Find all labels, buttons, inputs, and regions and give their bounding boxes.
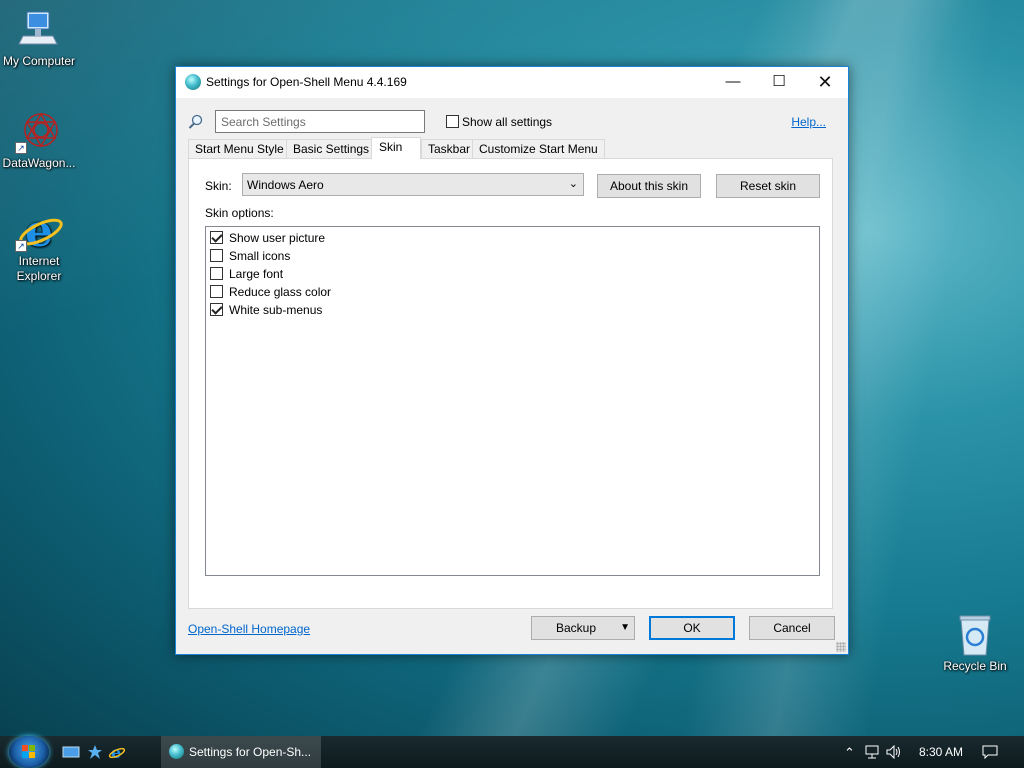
tab-basic-settings[interactable]: Basic Settings — [286, 139, 377, 159]
computer-icon — [15, 8, 63, 52]
tab-skin[interactable]: Skin — [371, 137, 421, 159]
title-bar[interactable]: Settings for Open-Shell Menu 4.4.169 — ☐… — [176, 67, 848, 98]
close-button[interactable]: ✕ — [802, 67, 848, 97]
open-shell-icon — [169, 744, 184, 759]
resize-grip[interactable] — [836, 642, 846, 652]
notification-icon[interactable] — [982, 745, 998, 762]
checkbox-unchecked[interactable] — [210, 285, 223, 298]
window-title: Settings for Open-Shell Menu 4.4.169 — [206, 75, 407, 89]
tab-start-menu-style[interactable]: Start Menu Style — [188, 139, 291, 159]
taskbar: e Settings for Open-Sh... ⌃ 8:30 AM — [0, 736, 1024, 768]
skin-options-list[interactable]: Show user picture Small icons Large font… — [205, 226, 820, 576]
help-link[interactable]: Help... — [791, 115, 826, 129]
search-input[interactable] — [215, 110, 425, 133]
desktop-icon-internet-explorer[interactable]: e ↗ Internet Explorer — [0, 206, 78, 284]
desktop-icon-label: DataWagon... — [2, 156, 76, 170]
about-skin-button[interactable]: About this skin — [597, 174, 701, 198]
settings-dialog: Settings for Open-Shell Menu 4.4.169 — ☐… — [175, 66, 849, 655]
shortcut-arrow-icon: ↗ — [15, 142, 27, 154]
option-white-sub-menus[interactable]: White sub-menus — [210, 301, 815, 319]
option-label: Reduce glass color — [229, 285, 332, 299]
volume-icon[interactable] — [886, 744, 902, 762]
option-large-font[interactable]: Large font — [210, 265, 815, 283]
desktop-icon-datawagon[interactable]: ↗ DataWagon... — [0, 110, 78, 171]
backup-button[interactable]: Backup ▼ — [531, 616, 635, 640]
open-shell-homepage-link[interactable]: Open-Shell Homepage — [188, 622, 310, 636]
tab-taskbar[interactable]: Taskbar — [421, 139, 478, 159]
skin-options-label: Skin options: — [205, 206, 274, 220]
skin-dropdown-value: Windows Aero — [247, 178, 324, 192]
desktop-icon-label: Recycle Bin — [943, 659, 1007, 673]
skin-dropdown[interactable]: Windows Aero ⌄ — [242, 173, 584, 196]
backup-button-label: Backup — [556, 621, 597, 635]
reset-skin-button[interactable]: Reset skin — [716, 174, 820, 198]
show-all-settings-label: Show all settings — [462, 114, 553, 129]
internet-explorer-taskbar-icon[interactable]: e — [108, 743, 126, 762]
internet-explorer-icon: e ↗ — [15, 206, 63, 257]
checkbox-checked[interactable] — [210, 231, 223, 244]
shortcut-arrow-icon: ↗ — [15, 240, 27, 252]
option-label: Large font — [229, 267, 284, 281]
pinned-star-icon[interactable] — [86, 744, 104, 760]
chevron-up-icon[interactable]: ⌃ — [844, 745, 855, 761]
chevron-down-icon: ⌄ — [568, 178, 578, 190]
system-tray: ⌃ 8:30 AM — [836, 736, 1024, 768]
checkbox-checked[interactable] — [210, 303, 223, 316]
option-label: White sub-menus — [229, 303, 323, 317]
show-all-settings-checkbox[interactable]: Show all settings — [446, 114, 552, 129]
desktop-icon-my-computer[interactable]: My Computer — [0, 8, 78, 69]
datawagon-icon: ↗ — [15, 110, 63, 154]
checkbox-unchecked[interactable] — [210, 249, 223, 262]
checkbox-box[interactable] — [446, 115, 459, 129]
network-icon[interactable] — [864, 745, 880, 762]
desktop-icon-recycle-bin[interactable]: Recycle Bin — [936, 613, 1014, 674]
desktop-icon-label: Internet Explorer — [16, 254, 62, 283]
clock[interactable]: 8:30 AM — [919, 745, 963, 759]
search-icon — [188, 114, 204, 130]
minimize-button[interactable]: — — [710, 67, 756, 97]
ok-button[interactable]: OK — [649, 616, 735, 640]
taskbar-button-label: Settings for Open-Sh... — [189, 745, 312, 759]
open-shell-icon — [185, 74, 201, 90]
maximize-button[interactable]: ☐ — [756, 67, 802, 97]
start-button[interactable] — [9, 736, 49, 768]
taskbar-button-settings[interactable]: Settings for Open-Sh... — [161, 736, 321, 768]
cancel-button[interactable]: Cancel — [749, 616, 835, 640]
recycle-bin-icon — [951, 613, 999, 657]
search-row: Show all settings Help... — [188, 110, 836, 134]
option-show-user-picture[interactable]: Show user picture — [210, 229, 815, 247]
skin-label: Skin: — [205, 179, 232, 193]
option-small-icons[interactable]: Small icons — [210, 247, 815, 265]
skin-tab-panel: Skin: Windows Aero ⌄ About this skin Res… — [188, 158, 833, 609]
option-reduce-glass-color[interactable]: Reduce glass color — [210, 283, 815, 301]
dropdown-arrow-icon: ▼ — [620, 622, 630, 633]
show-desktop-icon[interactable] — [62, 744, 80, 760]
tab-customize-start-menu[interactable]: Customize Start Menu — [472, 139, 605, 159]
option-label: Small icons — [229, 249, 291, 263]
option-label: Show user picture — [229, 231, 326, 245]
checkbox-unchecked[interactable] — [210, 267, 223, 280]
desktop-icon-label: My Computer — [2, 54, 76, 68]
